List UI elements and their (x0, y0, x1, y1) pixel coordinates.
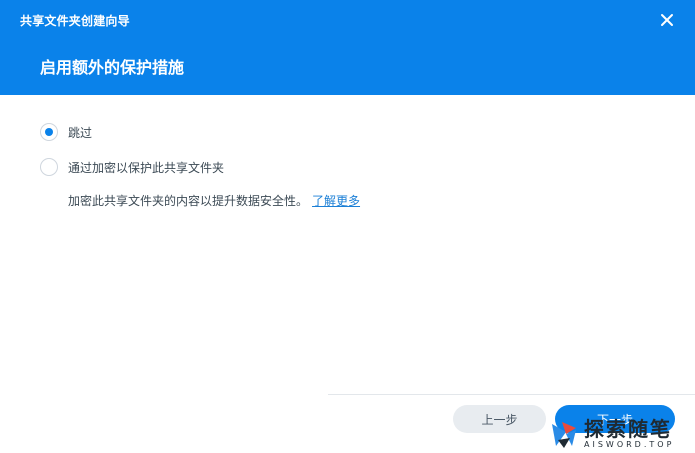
encrypt-description: 加密此共享文件夹的内容以提升数据安全性。 了解更多 (68, 192, 360, 209)
step-title: 启用额外的保护措施 (40, 58, 185, 77)
watermark: 探索随笔 AISWORD.TOP (548, 414, 695, 453)
wizard-content: 跳过 通过加密以保护此共享文件夹 加密此共享文件夹的内容以提升数据安全性。 了解更… (0, 95, 695, 395)
learn-more-link[interactable]: 了解更多 (312, 194, 360, 208)
option-skip-label: 跳过 (68, 125, 93, 140)
watermark-cn: 探索随笔 (584, 416, 672, 441)
window-title: 共享文件夹创建向导 (20, 14, 130, 28)
watermark-logo-icon (552, 421, 576, 448)
option-encrypt[interactable]: 通过加密以保护此共享文件夹 (40, 158, 224, 176)
option-skip[interactable]: 跳过 (40, 123, 92, 141)
close-button[interactable] (657, 10, 677, 30)
wizard-header: 共享文件夹创建向导 启用额外的保护措施 (0, 0, 695, 95)
radio-skip[interactable] (40, 123, 58, 141)
encrypt-description-text: 加密此共享文件夹的内容以提升数据安全性。 (68, 194, 309, 208)
option-encrypt-label: 通过加密以保护此共享文件夹 (68, 160, 225, 175)
watermark-en: AISWORD.TOP (584, 439, 675, 449)
radio-encrypt[interactable] (40, 158, 58, 176)
watermark-text: 探索随笔 AISWORD.TOP (584, 419, 674, 449)
footer-divider (328, 394, 695, 395)
close-icon (661, 14, 673, 26)
prev-button[interactable]: 上一步 (453, 405, 546, 433)
wizard-window: 共享文件夹创建向导 启用额外的保护措施 跳过 通过加密以保护此共享文件夹 加密此… (0, 0, 695, 453)
